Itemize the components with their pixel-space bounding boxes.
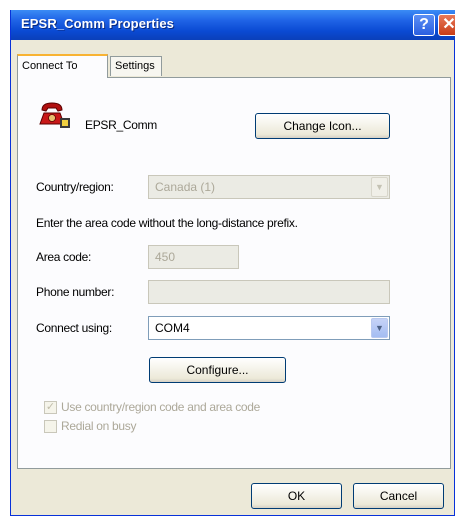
use-country-codes-label: Use country/region code and area code <box>61 400 261 414</box>
help-button[interactable]: ? <box>413 14 435 36</box>
connection-name: EPSR_Comm <box>85 118 157 132</box>
connect-using-select[interactable]: COM4 ▼ <box>148 316 390 340</box>
use-country-codes-checkbox[interactable]: ✓ <box>44 401 57 414</box>
window-title: EPSR_Comm Properties <box>21 16 174 31</box>
phone-icon <box>39 102 70 128</box>
redial-label: Redial on busy <box>61 419 137 433</box>
area-code-label: Area code: <box>36 250 92 264</box>
area-code-value: 450 <box>155 250 176 264</box>
chevron-down-icon: ▼ <box>371 177 388 197</box>
tab-connect-to[interactable]: Connect To <box>17 54 108 78</box>
configure-button[interactable]: Configure... <box>149 357 286 383</box>
phone-number-field[interactable] <box>148 280 390 304</box>
connect-using-value: COM4 <box>155 321 190 335</box>
properties-dialog: EPSR_Comm Properties ? ✕ Connect To Sett… <box>10 10 455 516</box>
ok-button[interactable]: OK <box>251 483 342 509</box>
close-button[interactable]: ✕ <box>438 14 455 36</box>
country-select[interactable]: Canada (1) ▼ <box>148 175 390 199</box>
cancel-button[interactable]: Cancel <box>353 483 444 509</box>
instruction-text: Enter the area code without the long-dis… <box>36 216 298 230</box>
title-bar[interactable]: EPSR_Comm Properties ? ✕ <box>11 10 455 40</box>
tab-settings[interactable]: Settings <box>110 56 162 76</box>
connect-to-panel: EPSR_Comm Change Icon... Country/region:… <box>17 77 451 469</box>
connect-using-label: Connect using: <box>36 321 112 335</box>
change-icon-button[interactable]: Change Icon... <box>255 113 390 139</box>
phone-number-label: Phone number: <box>36 285 115 299</box>
area-code-field[interactable]: 450 <box>148 245 239 269</box>
redial-checkbox[interactable] <box>44 420 57 433</box>
country-label: Country/region: <box>36 180 114 194</box>
chevron-down-icon[interactable]: ▼ <box>371 318 388 338</box>
country-value: Canada (1) <box>155 180 216 194</box>
